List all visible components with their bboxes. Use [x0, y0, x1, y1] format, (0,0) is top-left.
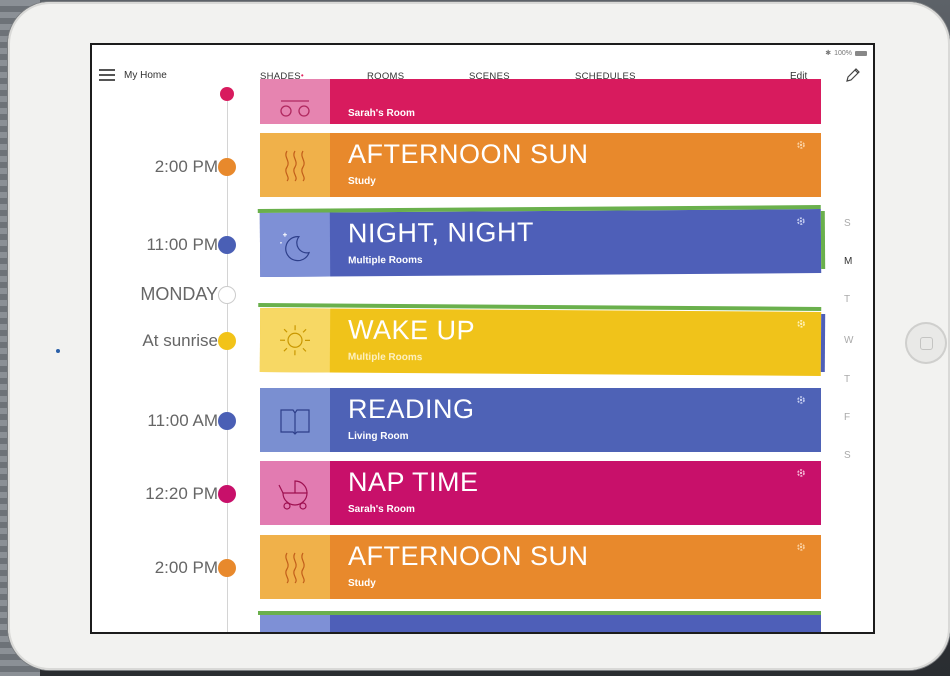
- scene-card[interactable]: WAKE UP Multiple Rooms: [258, 303, 826, 376]
- sunrise-dot-icon: [218, 332, 236, 350]
- scene-room: Sarah's Room: [348, 108, 415, 119]
- scene-title: NAP TIME: [348, 467, 479, 497]
- scene-room: Sarah's Room: [348, 504, 415, 515]
- time-label: At sunrise: [142, 331, 218, 350]
- battery-icon: [855, 50, 867, 56]
- scene-title: AFTERNOON SUN: [348, 541, 589, 571]
- home-button[interactable]: [905, 322, 947, 364]
- camera-dot: [56, 349, 60, 353]
- stack-edge: [258, 611, 821, 615]
- moon-stars-icon: [280, 232, 310, 262]
- scene-room: Study: [348, 578, 376, 589]
- weekday-thursday[interactable]: T: [844, 374, 850, 385]
- scene-icon-box: [260, 79, 330, 124]
- scene-icon-box: [259, 308, 331, 373]
- scene-card[interactable]: NAP TIME Sarah's Room: [260, 461, 821, 525]
- gear-icon[interactable]: [795, 541, 807, 553]
- weekday-tuesday[interactable]: T: [844, 294, 850, 305]
- time-label: 2:00 PM: [154, 157, 218, 176]
- app-screen: ✱ 100% My Home SHADES• ROOMS SCENES SCHE…: [92, 45, 873, 632]
- sun-icon: [280, 325, 311, 356]
- scene-icon-box: [259, 212, 331, 277]
- book-icon: [280, 409, 310, 435]
- scene-room: Living Room: [348, 431, 409, 442]
- gear-icon[interactable]: [795, 467, 807, 479]
- gear-icon[interactable]: [795, 215, 807, 227]
- timeline-dot: [218, 412, 236, 430]
- scene-icon-box: [260, 388, 330, 452]
- time-label: 2:00 PM: [154, 558, 218, 577]
- day-label: MONDAY: [140, 284, 218, 304]
- timeline-dot: [220, 87, 234, 101]
- scene-card[interactable]: Sarah's Room: [260, 79, 821, 124]
- baby-carriage-icon: [278, 480, 308, 510]
- scene-room: Multiple Rooms: [347, 351, 423, 364]
- timeline-dot: [218, 158, 236, 176]
- pencil-icon[interactable]: [844, 66, 862, 84]
- weekday-sunday[interactable]: S: [844, 218, 851, 229]
- stack-edge: [820, 313, 826, 372]
- weekday-wednesday[interactable]: W: [844, 335, 853, 346]
- scene-card[interactable]: READING Living Room: [260, 388, 821, 452]
- scene-icon-box: [260, 133, 330, 197]
- timeline-dot: [218, 286, 236, 304]
- time-label: 12:20 PM: [145, 484, 218, 503]
- scene-title: WAKE UP: [347, 314, 476, 346]
- heat-waves-icon: [285, 552, 305, 584]
- weekday-monday[interactable]: M: [844, 256, 852, 267]
- stack-edge: [258, 303, 822, 311]
- scene-room: Multiple Rooms: [348, 254, 423, 267]
- scene-icon-box: [260, 535, 330, 599]
- scene-card[interactable]: AFTERNOON SUN Study: [260, 133, 821, 197]
- bluetooth-icon: ✱: [825, 50, 832, 57]
- gear-icon[interactable]: [795, 318, 807, 330]
- scene-title: NIGHT, NIGHT: [347, 217, 535, 249]
- timeline-dot: [218, 236, 236, 254]
- weekday-saturday[interactable]: S: [844, 450, 851, 461]
- home-title: My Home: [124, 70, 167, 81]
- scene-card[interactable]: AFTERNOON SUN Study: [260, 535, 821, 599]
- scene-title: AFTERNOON SUN: [348, 139, 589, 169]
- heat-waves-icon: [285, 150, 305, 182]
- gear-icon[interactable]: [795, 394, 807, 406]
- status-bar: ✱ 100%: [825, 49, 867, 57]
- hamburger-menu-icon[interactable]: [99, 69, 115, 81]
- time-label: 11:00 PM: [146, 235, 218, 254]
- stack-edge: [820, 211, 826, 270]
- timeline-dot: [218, 485, 236, 503]
- scene-icon-box: [260, 461, 330, 525]
- scene-title: READING: [348, 394, 475, 424]
- gear-icon[interactable]: [795, 139, 807, 151]
- timeline-dot: [218, 559, 236, 577]
- scene-room: Study: [348, 176, 376, 187]
- stack-edge: [257, 205, 821, 213]
- scene-icon-box: [260, 615, 330, 632]
- battery-percent: 100%: [834, 49, 852, 57]
- time-label: 11:00 AM: [147, 411, 218, 430]
- scene-card[interactable]: NIGHT, NIGHT Multiple Rooms: [257, 205, 826, 277]
- baby-carriage-icon: [280, 100, 310, 117]
- weekday-friday[interactable]: F: [844, 412, 850, 423]
- scene-card[interactable]: [258, 611, 821, 632]
